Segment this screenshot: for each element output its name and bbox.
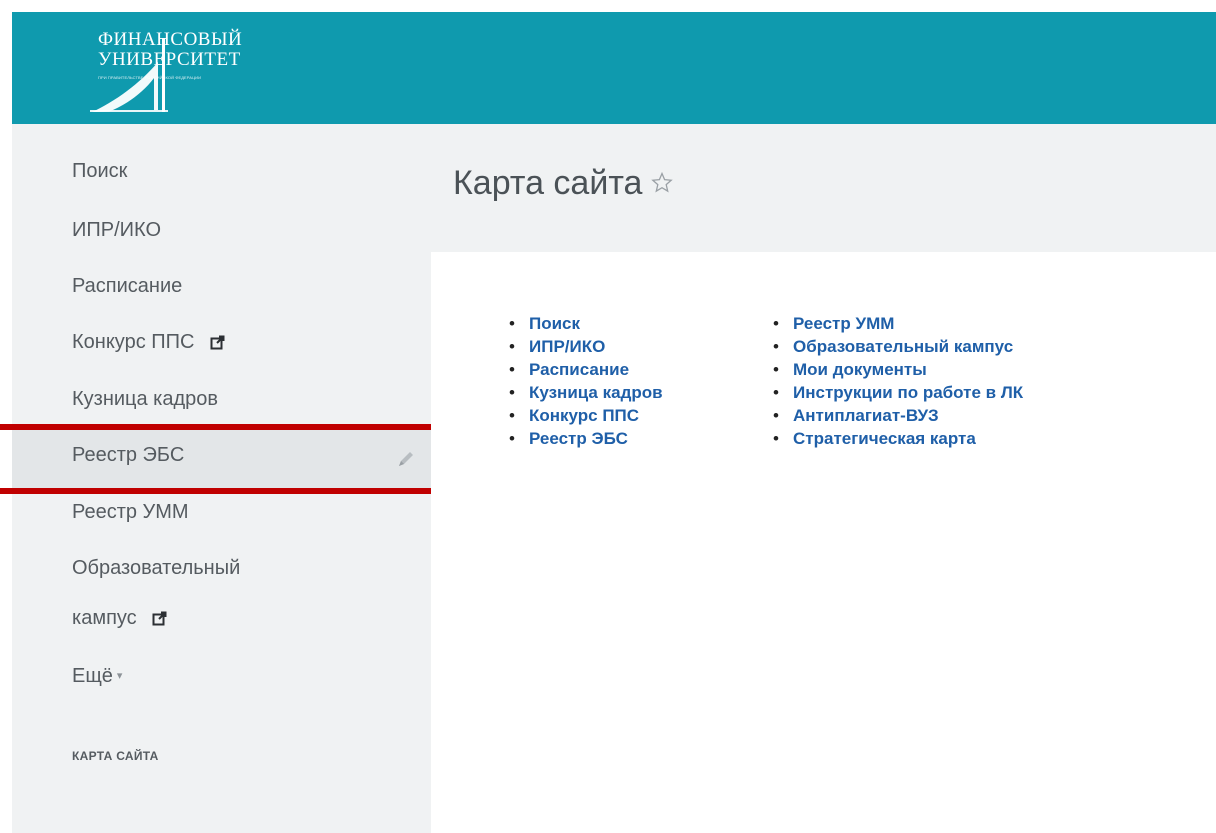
list-item: Стратегическая карта xyxy=(773,427,1023,450)
sidebar-item-label: Кузница кадров xyxy=(72,388,219,410)
list-item: Кузница кадров xyxy=(509,381,663,404)
sitemap-link[interactable]: Инструкции по работе в ЛК xyxy=(793,383,1023,402)
sidebar-item-label: Реестр УММ xyxy=(72,501,189,523)
sitemap-link[interactable]: ИПР/ИКО xyxy=(529,337,605,356)
pencil-icon[interactable] xyxy=(396,449,416,469)
sitemap-link[interactable]: Кузница кадров xyxy=(529,383,663,402)
sidebar-item-label: Расписание xyxy=(72,275,183,297)
list-item: ИПР/ИКО xyxy=(509,335,663,358)
sidebar-item-label: кампус xyxy=(72,607,137,629)
sidebar-item-umm-registry[interactable]: Реестр УММ xyxy=(72,501,189,524)
sidebar-item-pps-contest[interactable]: Конкурс ППС xyxy=(72,331,225,354)
logo-line1: ФИНАНСОВЫЙ xyxy=(98,29,243,50)
list-item: Инструкции по работе в ЛК xyxy=(773,381,1023,404)
chevron-down-icon: ▾ xyxy=(116,670,123,682)
sitemap-link[interactable]: Стратегическая карта xyxy=(793,429,976,448)
sitemap-link[interactable]: Образовательный кампус xyxy=(793,337,1013,356)
sidebar-item-more[interactable]: Ещё ▾ xyxy=(72,665,122,688)
sitemap-caption[interactable]: КАРТА САЙТА xyxy=(72,749,159,763)
left-margin xyxy=(0,124,12,833)
sidebar-item-label: Конкурс ППС xyxy=(72,331,195,353)
list-item: Конкурс ППС xyxy=(509,404,663,427)
sidebar-item-label: Образовательный xyxy=(72,557,241,579)
logo-subtitle: ПРИ ПРАВИТЕЛЬСТВЕ РОССИЙСКОЙ ФЕДЕРАЦИИ xyxy=(98,75,202,80)
sitemap-column-1: Поиск ИПР/ИКО Расписание Кузница кадров … xyxy=(509,312,663,450)
sitemap-link[interactable]: Антиплагиат-ВУЗ xyxy=(793,406,939,425)
sitemap-link[interactable]: Расписание xyxy=(529,360,629,379)
page-title: Карта сайта xyxy=(453,164,674,203)
page: ФИНАНСОВЫЙ УНИВЕРСИТЕТ ПРИ ПРАВИТЕЛЬСТВЕ… xyxy=(0,0,1216,833)
sidebar: Поиск ИПР/ИКО Расписание Конкурс ППС Куз… xyxy=(12,124,431,833)
sitemap-link[interactable]: Реестр УММ xyxy=(793,314,894,333)
sidebar-item-schedule[interactable]: Расписание xyxy=(72,275,182,298)
sidebar-item-campus[interactable]: Образовательный xyxy=(72,557,240,580)
sitemap-link[interactable]: Реестр ЭБС xyxy=(529,429,628,448)
sidebar-item-ipr-iko[interactable]: ИПР/ИКО xyxy=(72,219,161,242)
sitemap-link[interactable]: Конкурс ППС xyxy=(529,406,639,425)
sidebar-item-label: ИПР/ИКО xyxy=(72,219,162,241)
list-item: Реестр ЭБС xyxy=(509,427,663,450)
external-link-icon xyxy=(152,611,167,626)
external-link-icon xyxy=(210,335,225,350)
logo-text: ФИНАНСОВЫЙ УНИВЕРСИТЕТ ПРИ ПРАВИТЕЛЬСТВЕ… xyxy=(98,29,243,81)
list-item: Поиск xyxy=(509,312,663,335)
content-area: Поиск ИПР/ИКО Расписание Кузница кадров … xyxy=(431,252,1216,833)
sidebar-item-label: Поиск xyxy=(72,160,128,182)
sitemap-link[interactable]: Поиск xyxy=(529,314,580,333)
sidebar-item-ebs-registry[interactable]: Реестр ЭБС xyxy=(72,444,184,467)
star-icon[interactable] xyxy=(650,171,674,195)
sitemap-column-2: Реестр УММ Образовательный кампус Мои до… xyxy=(773,312,1023,450)
sidebar-item-search[interactable]: Поиск xyxy=(72,160,127,183)
sidebar-item-campus-line2[interactable]: кампус xyxy=(72,607,167,630)
list-item: Расписание xyxy=(509,358,663,381)
page-title-text: Карта сайта xyxy=(453,164,643,202)
top-margin xyxy=(0,0,1216,12)
title-bar: Карта сайта xyxy=(431,124,1216,252)
list-item: Мои документы xyxy=(773,358,1023,381)
list-item: Антиплагиат-ВУЗ xyxy=(773,404,1023,427)
sidebar-item-label: Ещё xyxy=(72,665,113,687)
header-bar: ФИНАНСОВЫЙ УНИВЕРСИТЕТ ПРИ ПРАВИТЕЛЬСТВЕ… xyxy=(12,12,1216,124)
sidebar-item-label: Реестр ЭБС xyxy=(72,444,185,466)
sitemap-link[interactable]: Мои документы xyxy=(793,360,927,379)
list-item: Образовательный кампус xyxy=(773,335,1023,358)
list-item: Реестр УММ xyxy=(773,312,1023,335)
sidebar-item-talent-forge[interactable]: Кузница кадров xyxy=(72,388,218,411)
logo-line2: УНИВЕРСИТЕТ xyxy=(98,49,241,70)
